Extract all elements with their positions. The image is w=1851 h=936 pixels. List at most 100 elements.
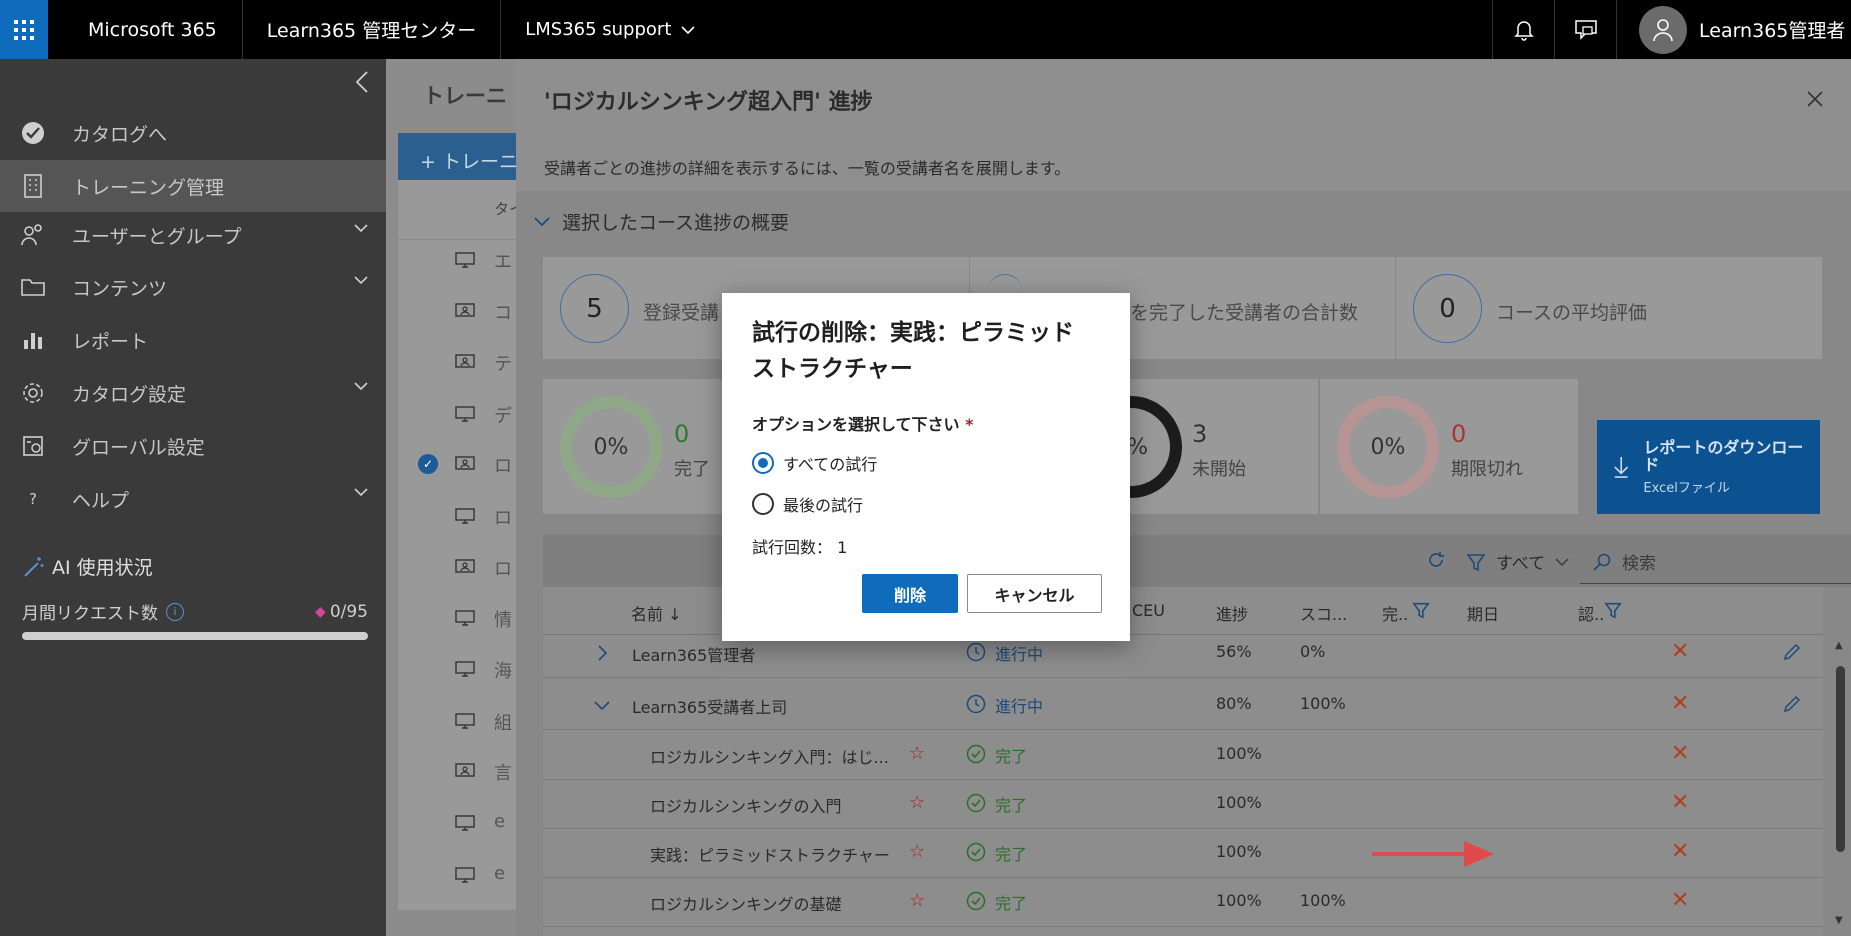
filter-button[interactable]: すべて	[1466, 549, 1569, 574]
edit-icon[interactable]	[1782, 642, 1802, 662]
overview-toggle[interactable]: 選択したコース進捗の概要	[534, 208, 789, 235]
selected-check-icon[interactable]: ✓	[418, 454, 438, 474]
stat-enrolled-label: 登録受講	[643, 302, 720, 324]
radio-all-attempts-button[interactable]	[752, 452, 774, 474]
sidebar-item-global-settings[interactable]: グローバル設定	[0, 420, 386, 472]
filter-icon[interactable]	[1412, 601, 1430, 619]
training-list-item[interactable]: デ	[494, 402, 512, 428]
learner-name[interactable]: Learn365管理者	[632, 642, 755, 666]
filter-label: すべて	[1496, 554, 1546, 574]
building-icon	[18, 173, 48, 199]
radio-all-attempts[interactable]: すべての試行	[752, 451, 877, 475]
delete-attempt-dialog: 試行の削除：実践：ピラミッドストラクチャー オプションを選択して下さい * すべ…	[722, 293, 1130, 641]
tenant-selector[interactable]: LMS365 support	[525, 19, 695, 40]
chevron-down-icon[interactable]	[594, 697, 610, 713]
delete-attempt-icon[interactable]: ✕	[1671, 841, 1689, 863]
annotation-arrow	[1372, 841, 1494, 867]
chevron-down-icon	[354, 488, 368, 497]
ring-expired-count: 0	[1451, 420, 1467, 448]
chevron-right-icon[interactable]	[594, 645, 610, 661]
sidebar-item-catalog[interactable]: カタログへ	[0, 107, 386, 159]
panel-description: 受講者ごとの進捗の詳細を表示するには、一覧の受講者名を展開します。	[544, 159, 1071, 178]
chevron-down-icon	[354, 224, 368, 233]
training-list-item[interactable]: ロ	[494, 555, 512, 581]
col-cert[interactable]: 認..	[1578, 601, 1604, 625]
star-icon[interactable]: ☆	[909, 890, 925, 911]
col-progress[interactable]: 進捗	[1216, 601, 1248, 625]
search-placeholder: 検索	[1622, 554, 1656, 574]
training-list-item[interactable]: 情	[494, 606, 512, 632]
training-list-item[interactable]: テ	[494, 350, 512, 376]
learner-name[interactable]: Learn365受講者上司	[632, 694, 787, 718]
delete-attempt-icon[interactable]: ✕	[1671, 792, 1689, 814]
col-complete[interactable]: 完..	[1382, 601, 1408, 625]
sidebar-item-help[interactable]: ? ヘルプ	[0, 473, 386, 525]
presentation-icon	[455, 763, 475, 777]
sidebar-item-content[interactable]: コンテンツ	[0, 261, 386, 313]
ring-complete-label: 完了	[674, 459, 710, 480]
status-badge: 進行中	[995, 645, 1044, 664]
training-list-item[interactable]: 海	[494, 657, 512, 683]
training-list-item[interactable]: ロ	[494, 452, 512, 478]
training-list-item[interactable]: 言	[494, 759, 512, 785]
star-icon[interactable]: ☆	[909, 743, 925, 764]
new-training-button[interactable]: + トレーニ	[398, 133, 516, 185]
star-icon[interactable]: ☆	[909, 841, 925, 862]
training-list-item[interactable]: コ	[494, 299, 512, 325]
chevron-down-icon	[354, 382, 368, 391]
monitor-icon	[455, 815, 475, 831]
sidebar-item-label: ユーザーとグループ	[72, 225, 242, 248]
search-input[interactable]: 検索	[1580, 540, 1851, 584]
sidebar-item-users[interactable]: ユーザーとグループ	[0, 209, 386, 261]
progress-value: 100%	[1216, 842, 1262, 861]
notifications-button[interactable]	[1493, 0, 1554, 59]
delete-attempt-icon[interactable]: ✕	[1671, 641, 1689, 663]
app-name[interactable]: Microsoft 365	[88, 19, 217, 41]
training-list-item[interactable]: エ	[494, 248, 512, 274]
status-badge: 進行中	[995, 697, 1044, 716]
feedback-button[interactable]	[1555, 0, 1616, 59]
ring-not-started-label: 未開始	[1192, 459, 1246, 480]
gear-icon	[18, 381, 48, 405]
training-list-item[interactable]: e	[494, 811, 505, 832]
status-badge: 完了	[995, 894, 1028, 913]
collapse-sidebar-icon[interactable]	[354, 70, 370, 94]
required-mark: *	[965, 415, 974, 434]
sidebar-item-reports[interactable]: レポート	[0, 314, 386, 366]
col-name[interactable]: 名前 ↓	[631, 601, 682, 625]
col-ceu[interactable]: CEU	[1132, 601, 1165, 620]
user-name: Learn365管理者	[1699, 20, 1846, 42]
col-due[interactable]: 期日	[1467, 601, 1499, 625]
training-list-item[interactable]: e	[494, 863, 505, 884]
delete-attempt-icon[interactable]: ✕	[1671, 890, 1689, 912]
check-circle-icon	[966, 891, 986, 911]
training-list-item[interactable]: ロ	[494, 504, 512, 530]
delete-attempt-icon[interactable]: ✕	[1671, 693, 1689, 715]
user-menu[interactable]: Learn365管理者	[1617, 0, 1851, 59]
edit-icon[interactable]	[1782, 694, 1802, 714]
sidebar-item-training[interactable]: トレーニング管理	[0, 160, 386, 212]
refresh-icon[interactable]	[1426, 550, 1446, 570]
status-badge: 完了	[995, 747, 1028, 766]
delete-button[interactable]: 削除	[862, 574, 958, 613]
close-panel-icon[interactable]	[1806, 90, 1824, 108]
table-scrollbar[interactable]: ▲ ▼	[1833, 640, 1847, 930]
app-launcher-icon[interactable]	[0, 0, 48, 59]
info-icon[interactable]: i	[166, 602, 184, 621]
delete-attempt-icon[interactable]: ✕	[1671, 743, 1689, 765]
stat-completed-label: を完了した受講者の合計数	[1130, 302, 1359, 324]
star-icon[interactable]: ☆	[909, 792, 925, 813]
filter-icon[interactable]	[1604, 601, 1622, 619]
radio-last-attempt-button[interactable]	[752, 493, 774, 515]
stat-rating-value: 0	[1413, 274, 1482, 343]
admin-center-title[interactable]: Learn365 管理センター	[267, 16, 476, 43]
ring-not-started-count: 3	[1192, 420, 1208, 448]
sidebar-item-catalog-settings[interactable]: カタログ設定	[0, 367, 386, 419]
ring-complete: 0%	[560, 396, 662, 498]
cancel-button[interactable]: キャンセル	[967, 574, 1102, 613]
download-report-button[interactable]: レポートのダウンロード Excelファイル	[1597, 420, 1820, 514]
question-icon: ?	[29, 490, 37, 508]
training-list-item[interactable]: 組	[494, 709, 512, 735]
radio-last-attempt[interactable]: 最後の試行	[752, 492, 863, 516]
col-score[interactable]: スコ...	[1300, 601, 1347, 625]
